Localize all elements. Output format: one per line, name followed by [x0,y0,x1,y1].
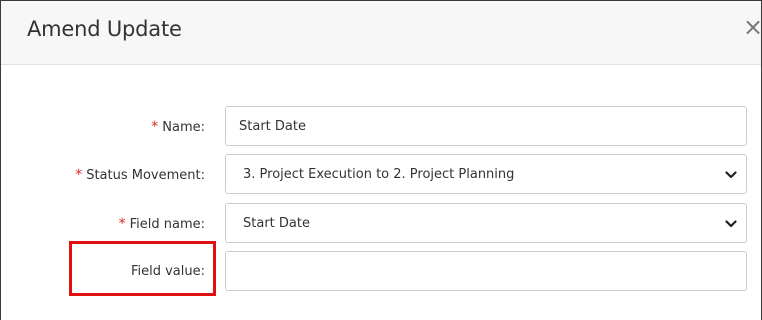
chevron-down-icon [725,171,737,179]
field-name-label: * Field name: [119,216,205,232]
amend-update-dialog: Amend Update × * Name: Start Date * Status… [0,0,762,320]
status-movement-select[interactable]: 3. Project Execution to 2. Project Plann… [225,154,747,194]
field-value-input[interactable] [225,251,747,291]
name-label-text: Name: [162,120,205,135]
required-marker: * [151,119,159,135]
dialog-header: Amend Update × [1,1,762,65]
field-name-select-value: Start Date [243,216,310,231]
name-label: * Name: [151,119,205,135]
required-marker: * [118,216,126,232]
status-movement-label: * Status Movement: [75,167,205,183]
status-movement-select-value: 3. Project Execution to 2. Project Plann… [243,167,515,182]
dialog-title: Amend Update [27,17,182,41]
name-input[interactable]: Start Date [225,106,747,146]
required-marker: * [75,167,83,183]
close-icon[interactable]: × [743,15,762,39]
name-input-value: Start Date [239,119,306,134]
field-name-select[interactable]: Start Date [225,203,747,243]
status-movement-label-text: Status Movement: [86,168,205,183]
chevron-down-icon [725,220,737,228]
field-value-highlight-box [69,241,216,296]
field-name-label-text: Field name: [129,217,205,232]
